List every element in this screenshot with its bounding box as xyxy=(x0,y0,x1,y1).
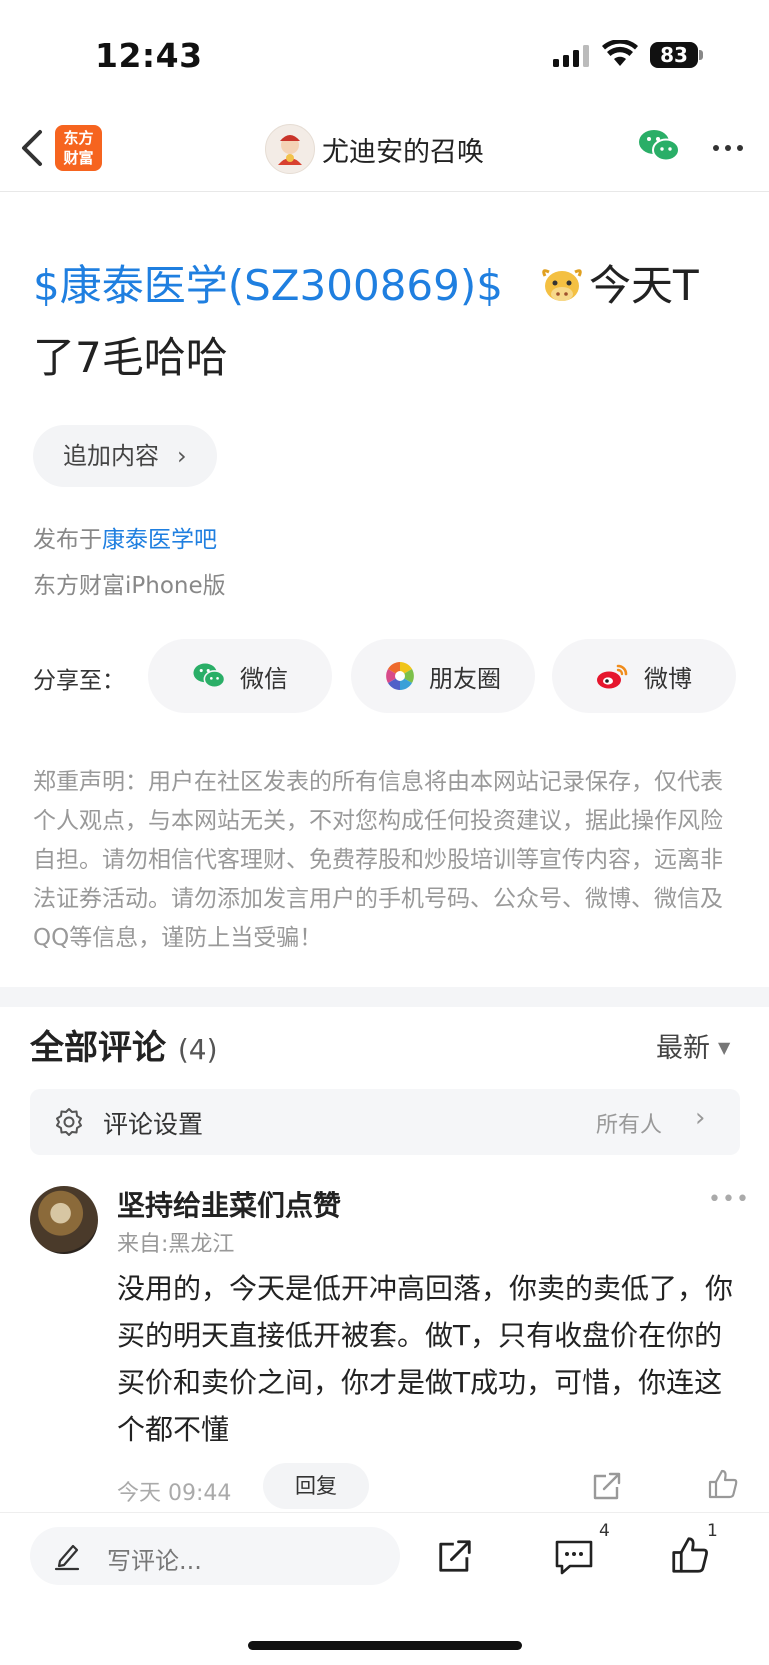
wechat-icon xyxy=(193,663,226,689)
home-indicator[interactable] xyxy=(248,1641,522,1650)
post-text-line2: 了7毛哈哈 xyxy=(33,333,228,382)
like-count-badge: 1 xyxy=(707,1521,718,1541)
author-name[interactable]: 尤迪安的召唤 xyxy=(322,130,484,169)
battery-nub xyxy=(699,50,703,60)
comments-count: (4) xyxy=(177,1033,218,1066)
caret-down-icon: ▼ xyxy=(718,1038,731,1057)
comment-settings-label: 评论设置 xyxy=(103,1110,204,1139)
cow-emoji-icon xyxy=(542,269,582,301)
comment-body: 没用的，今天是低开冲高回落，你卖的卖低了，你买的明天直接低开被套。做T，只有收盘… xyxy=(117,1272,734,1446)
comment-icon[interactable] xyxy=(554,1538,594,1576)
chevron-right-icon: › xyxy=(695,1103,706,1133)
like-icon[interactable] xyxy=(670,1535,710,1575)
stock-tag-link[interactable]: $康泰医学(SZ300869)$ xyxy=(33,261,503,310)
author-avatar[interactable] xyxy=(265,124,315,174)
post-title: $康泰医学(SZ300869)$ 今天T 了7毛哈哈 xyxy=(33,250,743,394)
share-weibo-button[interactable]: 微博 xyxy=(552,639,736,713)
share-icon[interactable] xyxy=(436,1537,474,1575)
published-in: 发布于康泰医学吧 xyxy=(33,527,217,553)
wifi-icon xyxy=(602,40,638,66)
comment-count-badge: 4 xyxy=(599,1521,610,1541)
comment-input[interactable]: 写评论... xyxy=(30,1527,400,1585)
nav-divider xyxy=(0,191,769,192)
author-avatar-icon xyxy=(278,135,302,165)
share-moments-button[interactable]: 朋友圈 xyxy=(351,639,535,713)
add-content-button[interactable]: 追加内容 › xyxy=(33,425,217,487)
share-label: 分享至： xyxy=(33,668,125,694)
cellular-signal-icon xyxy=(553,45,589,67)
more-icon[interactable] xyxy=(712,136,746,160)
comment-more-icon[interactable]: ••• xyxy=(708,1187,750,1212)
client-label: 东方财富iPhone版 xyxy=(33,573,226,599)
forum-link[interactable]: 康泰医学吧 xyxy=(102,527,217,553)
post-text-line1: 今天T xyxy=(588,261,699,310)
comment-time: 今天 09:44 xyxy=(117,1481,232,1506)
commenter-location: 来自:黑龙江 xyxy=(117,1232,235,1257)
moments-icon xyxy=(386,662,414,690)
comment-settings-value: 所有人 xyxy=(596,1113,663,1138)
section-divider xyxy=(0,987,769,1007)
comment-share-icon[interactable] xyxy=(591,1470,623,1502)
commenter-avatar[interactable] xyxy=(30,1186,98,1254)
gear-icon xyxy=(56,1108,82,1136)
reply-button[interactable]: 回复 xyxy=(263,1463,369,1509)
commenter-name[interactable]: 坚持给韭菜们点赞 xyxy=(117,1184,341,1224)
pencil-icon xyxy=(54,1544,80,1571)
comments-title: 全部评论 (4) xyxy=(30,1028,218,1068)
bottom-divider xyxy=(0,1512,769,1513)
sort-dropdown[interactable]: 最新 ▼ xyxy=(656,1026,730,1065)
disclaimer: 郑重声明：用户在社区发表的所有信息将由本网站记录保存，仅代表个人观点，与本网站无… xyxy=(33,769,723,951)
weibo-icon xyxy=(597,664,628,689)
wechat-share-icon[interactable] xyxy=(638,128,680,164)
comment-placeholder: 写评论... xyxy=(107,1547,202,1575)
back-icon[interactable] xyxy=(18,128,48,168)
battery-indicator: 83 xyxy=(650,42,698,68)
share-wechat-button[interactable]: 微信 xyxy=(148,639,332,713)
chevron-right-icon: › xyxy=(177,442,187,470)
status-time: 12:43 xyxy=(95,36,203,75)
comment-settings-row[interactable]: 评论设置 所有人 › xyxy=(30,1089,740,1155)
app-logo[interactable]: 东方 财富 xyxy=(55,125,102,171)
comment-like-icon[interactable] xyxy=(707,1468,739,1500)
